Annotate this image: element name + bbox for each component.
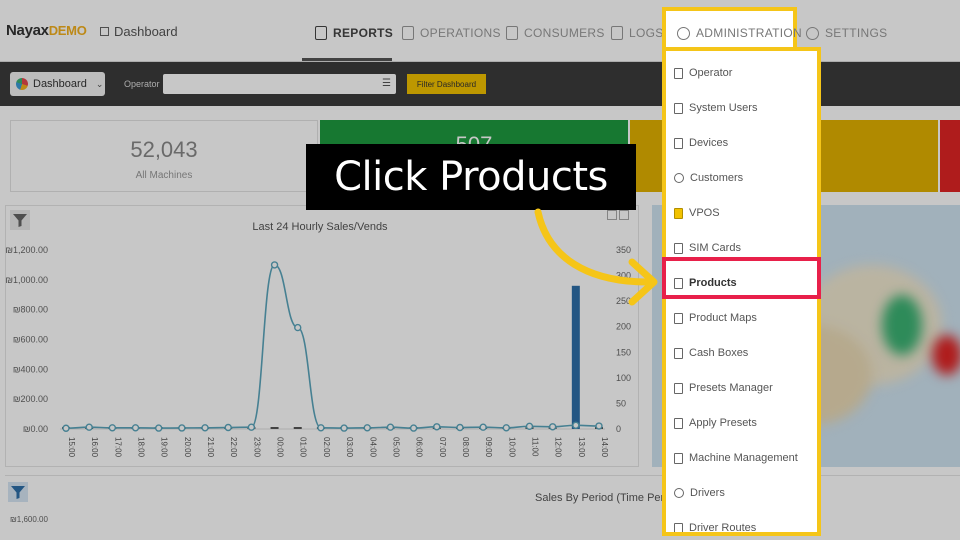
- tutorial-arrow: [534, 208, 658, 306]
